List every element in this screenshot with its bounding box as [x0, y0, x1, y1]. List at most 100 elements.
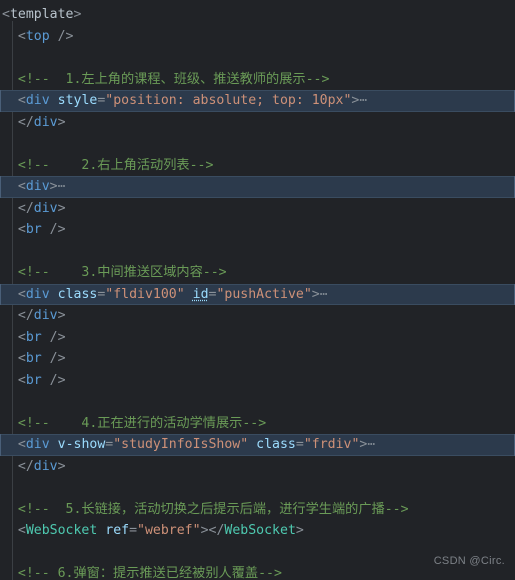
code-token-tag: div	[25, 93, 50, 108]
code-token-punc	[50, 287, 58, 302]
code-token-punc: <	[17, 437, 26, 452]
code-token-tag-comp: WebSocket	[224, 523, 296, 538]
code-token-cmt: <!-- 4.正在进行的活动学情展示-->	[17, 415, 267, 431]
csdn-watermark: CSDN @Circ.	[433, 554, 505, 567]
code-line[interactable]: </div>	[0, 456, 515, 478]
code-line-highlighted[interactable]: <div style="position: absolute; top: 10p…	[0, 90, 515, 112]
code-line[interactable]: </div>	[0, 198, 515, 220]
code-token-cmt: <!-- 2.右上角活动列表-->	[17, 157, 214, 173]
code-token-str: "position: absolute; top: 10px"	[105, 93, 352, 108]
code-token-cmt: <!-- 1.左上角的课程、班级、推送教师的展示-->	[17, 71, 330, 87]
code-line[interactable]: <br />	[0, 348, 515, 370]
code-token-punc: <	[17, 93, 26, 108]
code-token-attr: class	[57, 286, 98, 302]
code-line-highlighted[interactable]: <div>⋯	[0, 176, 515, 198]
code-line[interactable]: <!-- 4.正在进行的活动学情展示-->	[0, 413, 515, 435]
code-token-punc: />	[49, 28, 74, 44]
code-token-punc: </	[208, 523, 225, 538]
code-line[interactable]: <WebSocket ref="webref"></WebSocket>	[0, 520, 515, 542]
code-token-punc: >	[200, 523, 209, 538]
code-line[interactable]: <!-- 3.中间推送区域内容-->	[0, 262, 515, 284]
code-line[interactable]: <template>	[0, 4, 515, 26]
code-line[interactable]	[0, 477, 515, 499]
code-token-punc: >	[295, 523, 304, 538]
code-token-punc: >	[57, 114, 66, 130]
code-line-highlighted[interactable]: <div class="fldiv100" id="pushActive">⋯	[0, 283, 515, 305]
code-token-punc: >	[49, 179, 58, 194]
code-line[interactable]: <br />	[0, 327, 515, 349]
code-token-punc	[248, 437, 256, 452]
code-token-punc	[50, 93, 58, 108]
code-line[interactable]	[0, 241, 515, 263]
code-token-punc: <	[17, 28, 26, 44]
code-token-punc: <	[17, 372, 26, 388]
code-token-tag-comp: WebSocket	[25, 523, 98, 538]
code-token-str: "frdiv"	[303, 437, 360, 452]
code-token-punc: </	[17, 114, 34, 130]
code-token-tag: div	[33, 114, 58, 130]
code-token-punc: <	[17, 179, 26, 194]
code-token-punc: <	[17, 286, 26, 302]
code-line[interactable]	[0, 391, 515, 413]
code-token-punc: >	[57, 200, 66, 216]
code-token-punc	[50, 437, 58, 452]
code-token-punc: />	[41, 372, 66, 388]
code-token-punc: =	[295, 437, 304, 452]
code-token-cmt: <!-- 3.中间推送区域内容-->	[17, 265, 227, 280]
code-token-attr: ref	[105, 523, 130, 538]
code-line[interactable]: <top />	[0, 26, 515, 48]
code-token-punc: >	[311, 286, 320, 302]
code-token-punc	[185, 287, 193, 302]
code-token-tag-root: template	[9, 7, 74, 22]
code-token-str: "studyInfoIsShow"	[113, 437, 249, 452]
code-token-str: "pushActive"	[216, 286, 312, 302]
code-token-punc: />	[41, 351, 66, 366]
code-line[interactable]: </div>	[0, 112, 515, 134]
code-line[interactable]: <!-- 5.长链接，活动切换之后提示后端，进行学生端的广播-->	[0, 499, 515, 521]
code-token-tag: div	[33, 308, 58, 323]
code-line[interactable]: <br />	[0, 370, 515, 392]
code-line[interactable]	[0, 47, 515, 69]
code-token-punc: <	[17, 523, 26, 538]
code-token-punc: <	[17, 329, 26, 345]
code-token-tag: div	[25, 179, 50, 194]
code-token-tag: br	[25, 351, 42, 366]
code-token-punc: >	[57, 458, 66, 474]
code-token-punc: >	[73, 7, 82, 22]
code-line[interactable]: <!-- 2.右上角活动列表-->	[0, 155, 515, 177]
code-token-fold: ⋯	[359, 93, 369, 108]
code-token-tag: div	[33, 458, 58, 474]
code-line[interactable]: <!-- 1.左上角的课程、班级、推送教师的展示-->	[0, 69, 515, 91]
code-token-tag: top	[25, 28, 50, 44]
code-line[interactable]: <br />	[0, 219, 515, 241]
code-line[interactable]	[0, 133, 515, 155]
code-line-highlighted[interactable]: <div v-show="studyInfoIsShow" class="frd…	[0, 434, 515, 456]
code-token-tag: div	[33, 200, 58, 216]
code-token-punc: </	[17, 200, 34, 216]
code-token-fold: ⋯	[319, 286, 329, 302]
code-token-cmt: <!-- 6.弹窗：提示推送已经被别人覆盖-->	[17, 566, 282, 580]
code-content[interactable]: <template> <top /> <!-- 1.左上角的课程、班级、推送教师…	[0, 0, 515, 580]
code-token-fold: ⋯	[367, 437, 377, 452]
code-token-attr: style	[57, 93, 98, 108]
code-token-punc: </	[17, 458, 34, 474]
code-editor-pane[interactable]: <template> <top /> <!-- 1.左上角的课程、班级、推送教师…	[0, 0, 515, 580]
code-token-punc: />	[41, 329, 66, 345]
code-token-str: "webref"	[137, 523, 201, 538]
code-token-punc: />	[41, 222, 66, 237]
code-line[interactable]: </div>	[0, 305, 515, 327]
